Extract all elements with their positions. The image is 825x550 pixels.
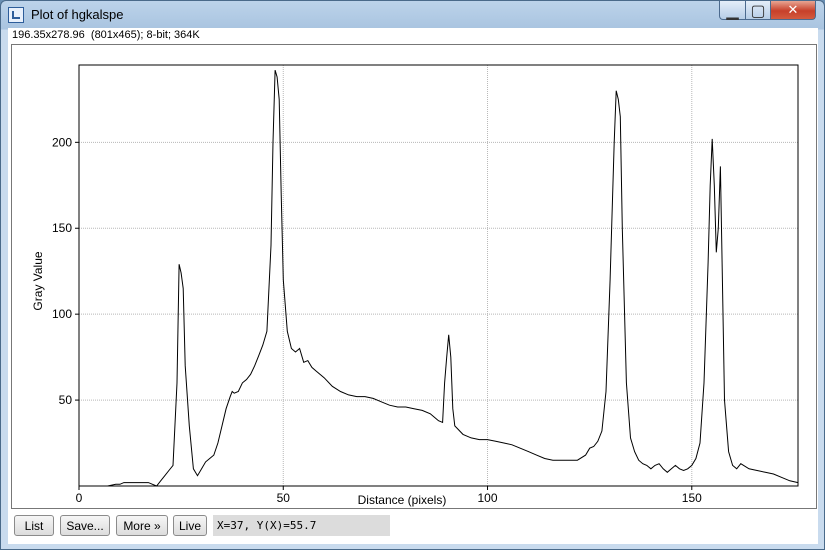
- plot-grid: [79, 65, 798, 486]
- more-button[interactable]: More »: [116, 515, 168, 536]
- y-tick-label-200: 200: [52, 135, 72, 149]
- plot-tick-labels: 0 50 100 150 50 100 150 200: [52, 135, 702, 505]
- plot-canvas[interactable]: 0 50 100 150 50 100 150 200 Distance (pixels) G…: [11, 44, 817, 509]
- y-tick-label-50: 50: [59, 393, 73, 407]
- plot-toolbar: List Save... More » Live X=37, Y(X)=55.7: [8, 514, 818, 542]
- x-tick-label-50: 50: [277, 491, 291, 505]
- title-bar[interactable]: Plot of hgkalspe ▁ ▢ ✕: [1, 1, 824, 29]
- profile-series-line: [79, 70, 799, 487]
- x-axis-label: Distance (pixels): [358, 493, 447, 507]
- y-tick-label-100: 100: [52, 307, 72, 321]
- x-tick-label-100: 100: [478, 491, 498, 505]
- list-button[interactable]: List: [14, 515, 54, 536]
- maximize-button[interactable]: ▢: [745, 1, 771, 20]
- x-tick-label-0: 0: [76, 491, 83, 505]
- profile-plot[interactable]: 0 50 100 150 50 100 150 200 Distance (pixels) G…: [12, 45, 816, 508]
- minimize-button[interactable]: ▁: [719, 1, 746, 20]
- window-client-area: 196.35x278.96 (801x465); 8-bit; 364K 0 50…: [8, 28, 818, 544]
- close-button[interactable]: ✕: [770, 1, 816, 20]
- plot-frame: [78, 64, 799, 487]
- save-button[interactable]: Save...: [60, 515, 110, 536]
- plot-window: Plot of hgkalspe ▁ ▢ ✕ 196.35x278.96 (80…: [0, 0, 825, 550]
- window-title: Plot of hgkalspe: [31, 7, 124, 22]
- y-tick-label-150: 150: [52, 221, 72, 235]
- imagej-plot-icon[interactable]: [8, 7, 24, 23]
- cursor-coordinates-readout: X=37, Y(X)=55.7: [213, 515, 390, 536]
- plot-axes: [75, 64, 799, 490]
- image-info-bar: 196.35x278.96 (801x465); 8-bit; 364K: [12, 29, 200, 41]
- live-button[interactable]: Live: [173, 515, 207, 536]
- y-axis-label: Gray Value: [31, 251, 45, 310]
- x-tick-label-150: 150: [682, 491, 702, 505]
